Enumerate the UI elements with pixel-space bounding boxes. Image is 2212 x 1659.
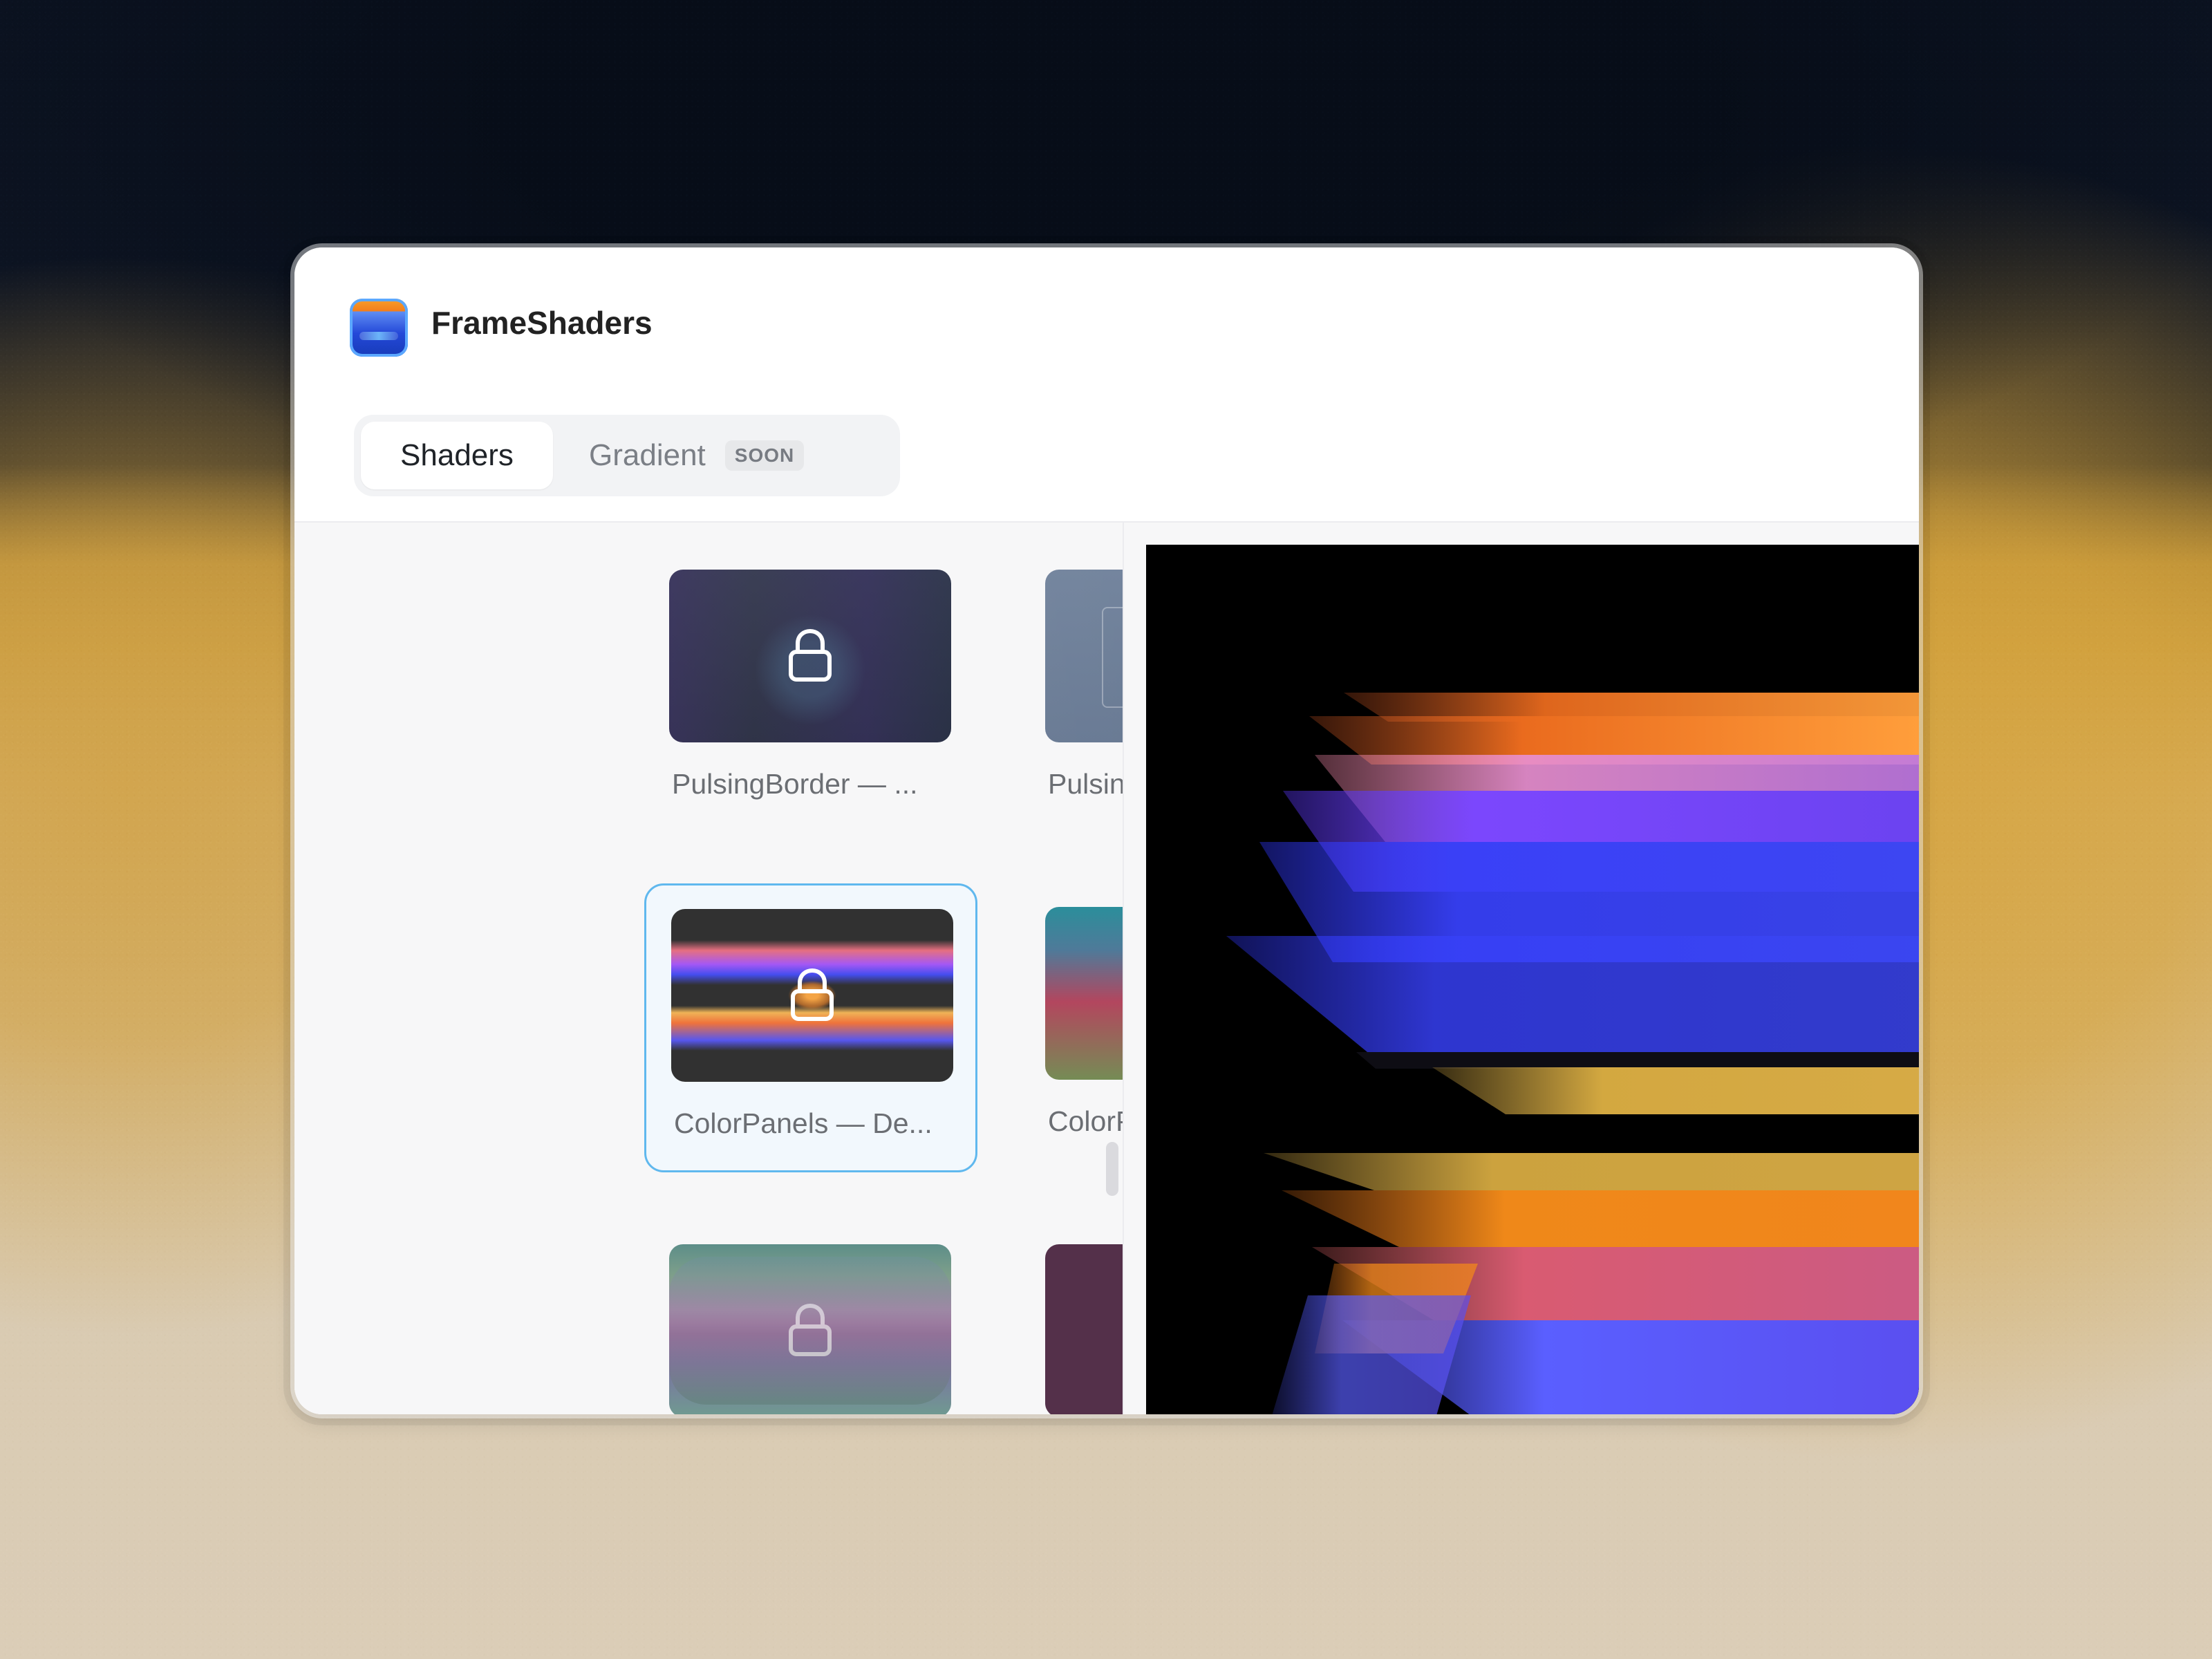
shader-card-colorpanels-default[interactable]: ColorPanels — De...: [644, 883, 977, 1172]
window-header: FrameShaders Shaders Gradient SOON: [294, 247, 1919, 521]
shader-card-label: ColorPanels — De...: [674, 1107, 932, 1139]
shader-card-6[interactable]: [1020, 1221, 1123, 1414]
shader-card-5[interactable]: [644, 1221, 973, 1414]
lock-icon: [789, 1303, 832, 1356]
shader-thumbnail: [1045, 907, 1123, 1080]
app-window: FrameShaders Shaders Gradient SOON Pulsi…: [294, 247, 1919, 1414]
tab-shaders-label: Shaders: [400, 438, 514, 472]
content-area: PulsingBorder — ... PulsingBorder — S...: [294, 521, 1919, 1414]
shader-card-label: PulsingBorder — S...: [1048, 768, 1124, 800]
shader-preview-graphic: [1146, 545, 1919, 1414]
shader-thumbnail: [1045, 570, 1123, 742]
shader-card-label: PulsingBorder — ...: [672, 768, 918, 800]
shader-thumbnail: [671, 909, 953, 1082]
shader-thumbnail: [669, 1244, 951, 1414]
shader-thumbnail: [669, 570, 951, 742]
shader-card-label: ColorPanels — Gla...: [1048, 1105, 1123, 1137]
app-title: FrameShaders: [431, 305, 653, 341]
library-scrollbar[interactable]: [1106, 1142, 1118, 1196]
mode-tabs: Shaders Gradient SOON: [354, 415, 900, 496]
shader-thumbnail: [1045, 1244, 1123, 1414]
soon-badge: SOON: [724, 440, 805, 471]
shader-card-pulsingborder-2[interactable]: PulsingBorder — S...: [1020, 546, 1124, 831]
shader-library-panel: PulsingBorder — ... PulsingBorder — S...: [294, 523, 1124, 1414]
shader-preview-canvas[interactable]: [1146, 545, 1919, 1414]
tab-shaders[interactable]: Shaders: [361, 422, 553, 489]
lock-icon: [789, 628, 832, 682]
frameshaders-logo-icon: [350, 299, 408, 357]
lock-icon: [791, 968, 834, 1021]
tab-gradient[interactable]: Gradient SOON: [589, 422, 860, 489]
tab-gradient-label: Gradient: [589, 438, 706, 472]
shader-card-pulsingborder-1[interactable]: PulsingBorder — ...: [644, 546, 973, 831]
shader-card-colorpanels-glass[interactable]: ColorPanels — Gla...: [1020, 883, 1123, 1168]
